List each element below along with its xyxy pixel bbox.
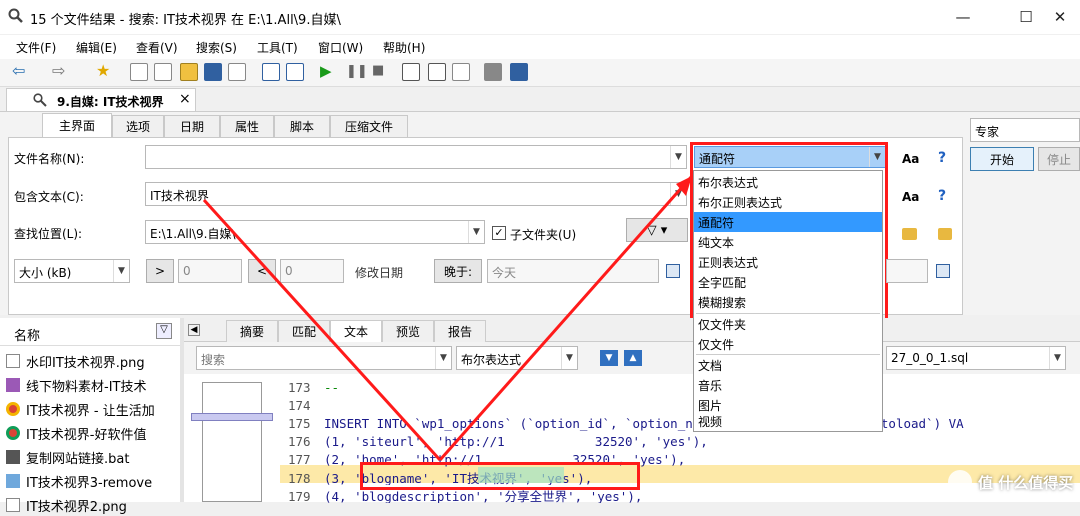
option-plain-text[interactable]: 纯文本 — [694, 232, 882, 252]
option-wildcard[interactable]: 通配符 — [694, 212, 882, 232]
annotation-arrow — [202, 175, 694, 462]
option-fuzzy[interactable]: 模糊搜索 — [694, 292, 882, 312]
option-documents[interactable]: 文档 — [694, 355, 882, 375]
match-mode-dropdown: 布尔表达式 布尔正则表达式 通配符 纯文本 正则表达式 全字匹配 模糊搜索 仅文… — [693, 170, 883, 432]
option-boolean[interactable]: 布尔表达式 — [694, 172, 882, 192]
option-regex[interactable]: 正则表达式 — [694, 252, 882, 272]
watermark: 值 什么值得买 — [948, 470, 1073, 494]
watermark-logo-icon — [948, 470, 972, 494]
option-files-only[interactable]: 仅文件 — [694, 334, 882, 354]
option-folders-only[interactable]: 仅文件夹 — [694, 314, 882, 334]
option-music[interactable]: 音乐 — [694, 375, 882, 395]
option-whole-word[interactable]: 全字匹配 — [694, 272, 882, 292]
option-boolean-regex[interactable]: 布尔正则表达式 — [694, 192, 882, 212]
option-videos[interactable]: 视频 — [694, 411, 882, 431]
